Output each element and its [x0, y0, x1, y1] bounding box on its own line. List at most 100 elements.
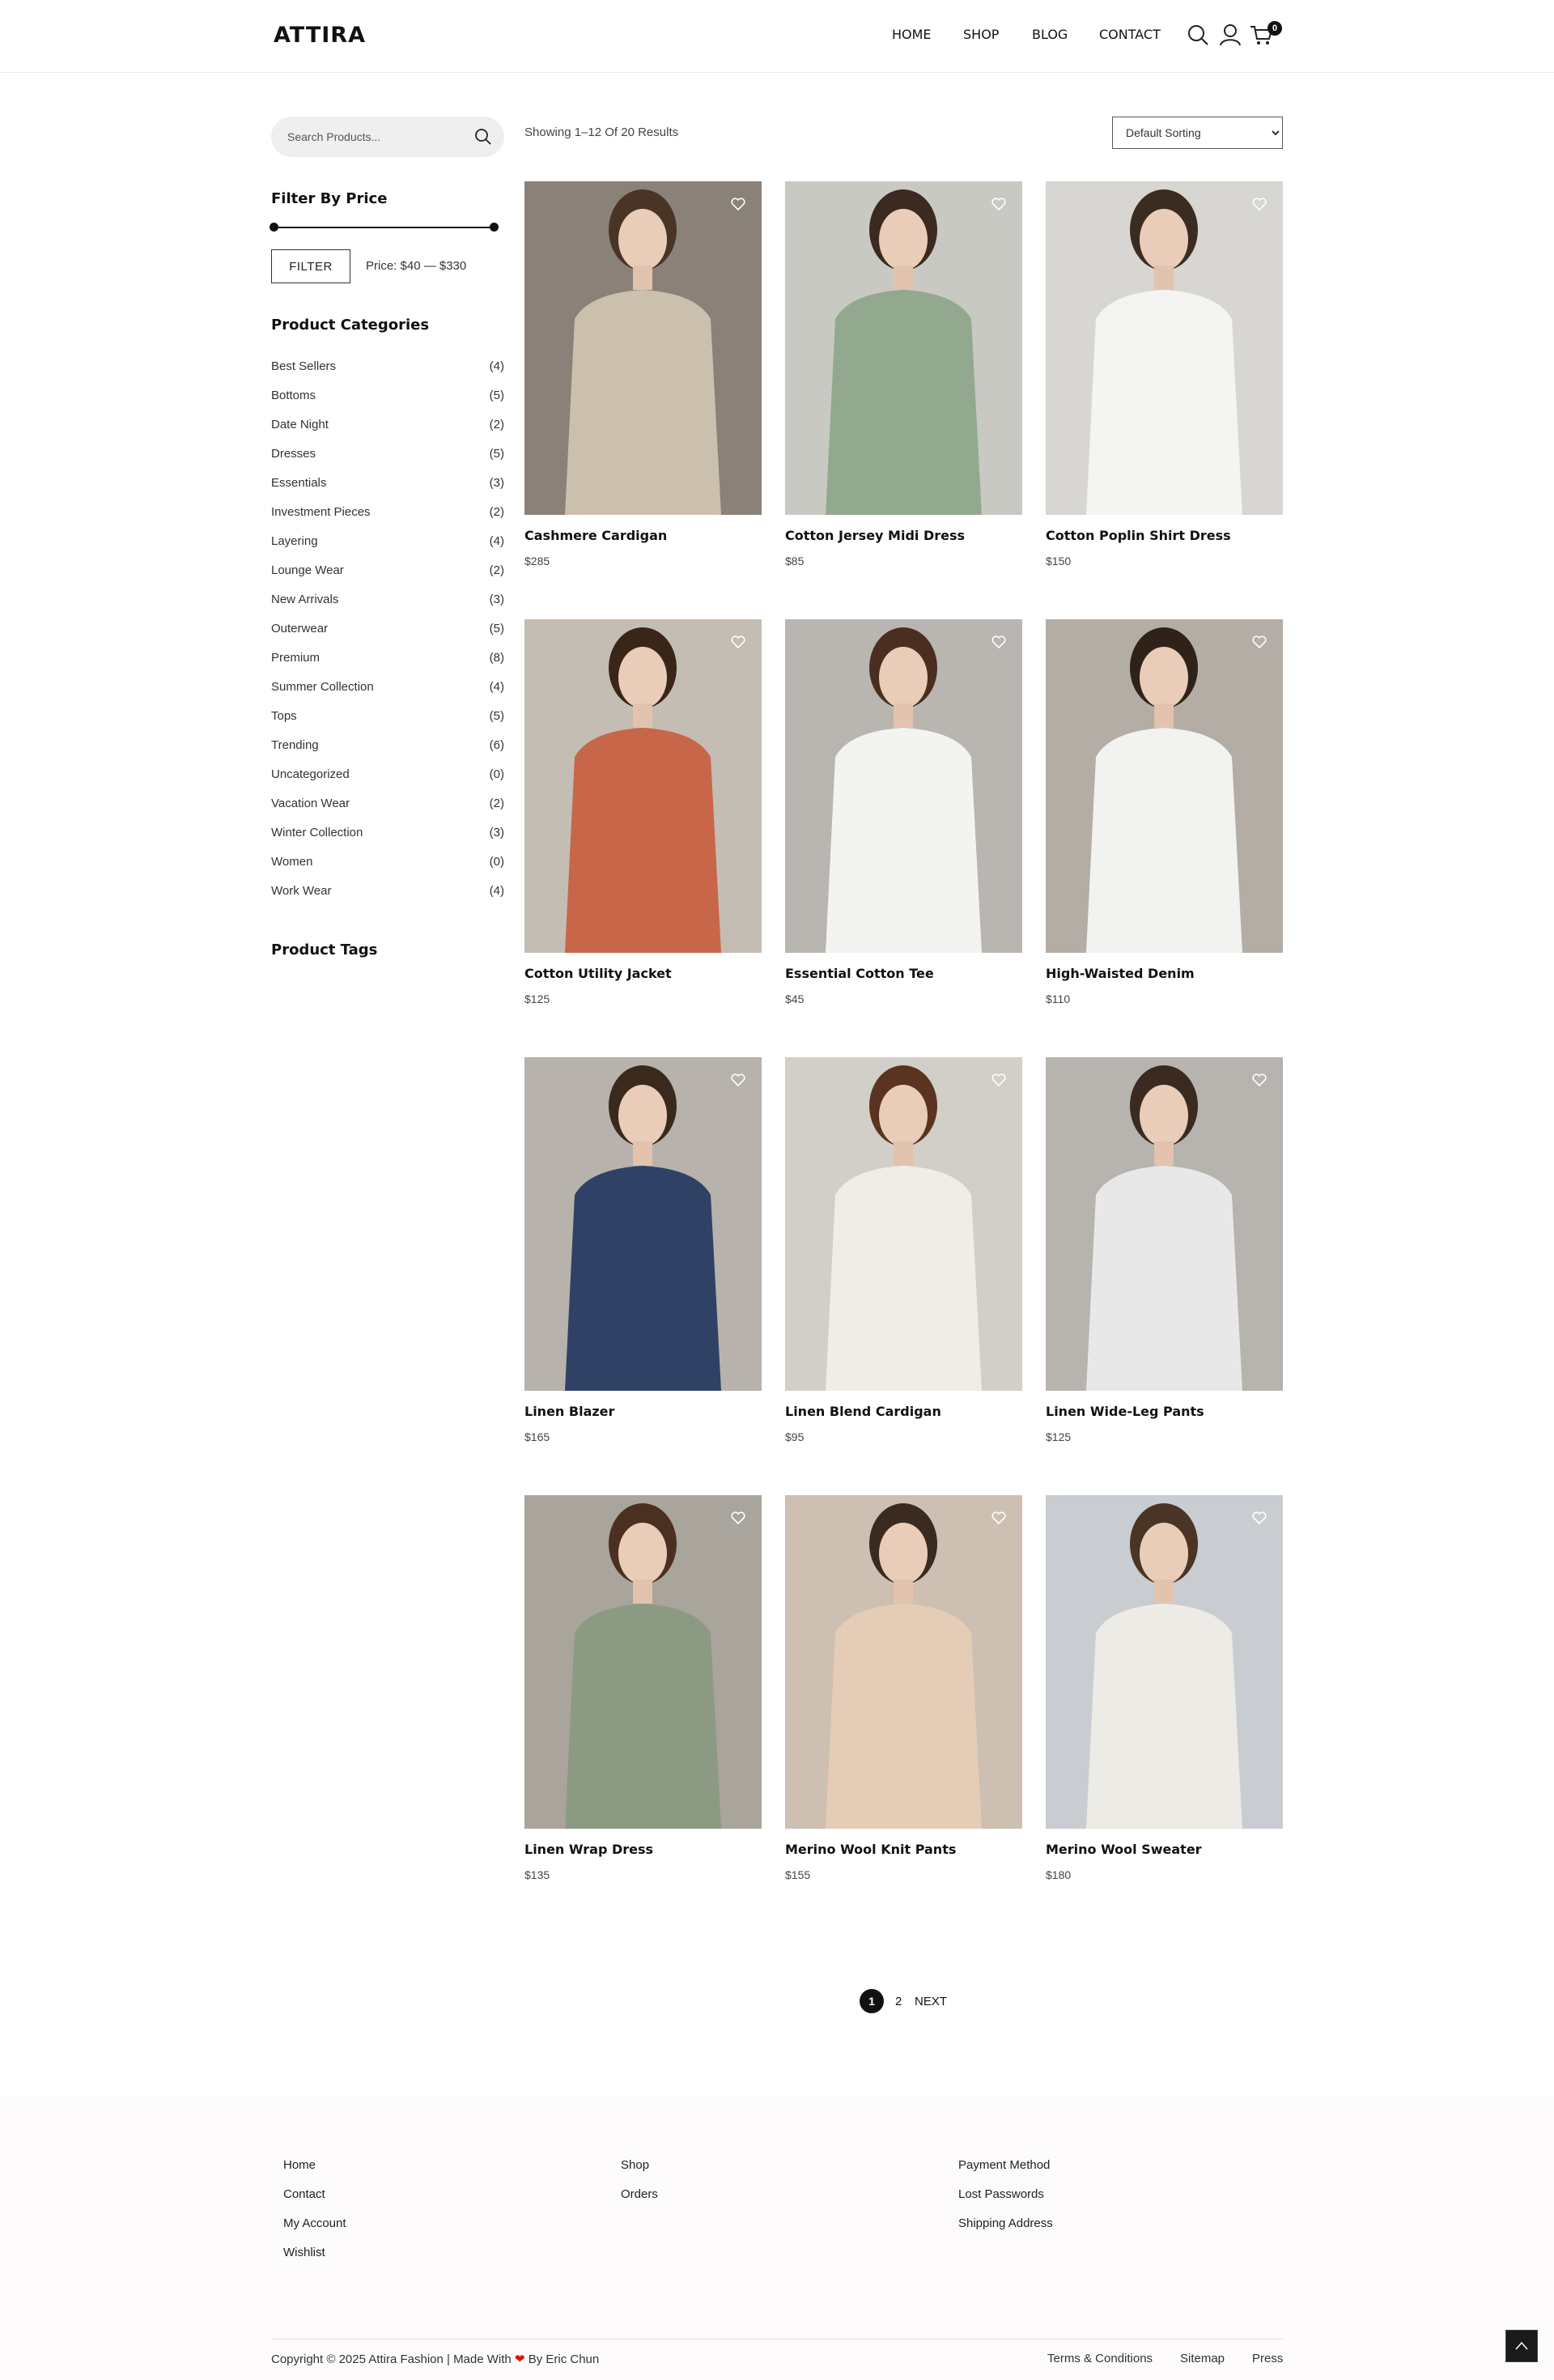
product-name[interactable]: Cotton Jersey Midi Dress [785, 528, 1022, 543]
category-item[interactable]: Layering (4) [271, 534, 504, 563]
heart-icon[interactable] [991, 635, 1006, 648]
product-card[interactable]: Essential Cotton Tee $45 [785, 619, 1022, 1005]
product-card[interactable]: Linen Wrap Dress $135 [524, 1495, 762, 1881]
category-name[interactable]: Trending [271, 738, 319, 752]
category-name[interactable]: Layering [271, 534, 318, 548]
category-item[interactable]: Best Sellers (4) [271, 359, 504, 389]
user-icon[interactable] [1218, 23, 1242, 47]
category-name[interactable]: Winter Collection [271, 826, 363, 839]
category-item[interactable]: Investment Pieces (2) [271, 505, 504, 534]
heart-icon[interactable] [731, 1073, 745, 1086]
category-name[interactable]: Investment Pieces [271, 505, 371, 519]
footer-link-sitemap[interactable]: Sitemap [1180, 2352, 1225, 2365]
next-page-link[interactable]: NEXT [915, 1995, 947, 2008]
category-item[interactable]: Date Night (2) [271, 418, 504, 447]
category-name[interactable]: Dresses [271, 447, 316, 461]
footer-link-home[interactable]: Home [283, 2158, 346, 2187]
category-name[interactable]: New Arrivals [271, 593, 338, 606]
product-image[interactable] [524, 1495, 762, 1829]
product-card[interactable]: High-Waisted Denim $110 [1046, 619, 1283, 1005]
product-card[interactable]: Cashmere Cardigan $285 [524, 181, 762, 567]
heart-icon[interactable] [731, 198, 745, 210]
heart-icon[interactable] [991, 198, 1006, 210]
product-image[interactable] [1046, 1495, 1283, 1829]
footer-link-shipping-address[interactable]: Shipping Address [958, 2216, 1053, 2246]
category-name[interactable]: Bottoms [271, 389, 316, 402]
footer-link-terms[interactable]: Terms & Conditions [1047, 2352, 1153, 2365]
category-item[interactable]: Women (0) [271, 855, 504, 884]
footer-link-wishlist[interactable]: Wishlist [283, 2246, 346, 2275]
heart-icon[interactable] [1252, 1073, 1267, 1086]
price-slider-min-handle[interactable] [270, 223, 278, 232]
product-name[interactable]: High-Waisted Denim [1046, 966, 1283, 981]
product-card[interactable]: Cotton Utility Jacket $125 [524, 619, 762, 1005]
category-item[interactable]: Dresses (5) [271, 447, 504, 476]
category-name[interactable]: Uncategorized [271, 767, 350, 781]
product-card[interactable]: Linen Blend Cardigan $95 [785, 1057, 1022, 1443]
heart-icon[interactable] [991, 1073, 1006, 1086]
product-card[interactable]: Linen Blazer $165 [524, 1057, 762, 1443]
category-item[interactable]: Bottoms (5) [271, 389, 504, 418]
product-image[interactable] [524, 1057, 762, 1391]
product-name[interactable]: Merino Wool Sweater [1046, 1842, 1283, 1857]
product-card[interactable]: Merino Wool Knit Pants $155 [785, 1495, 1022, 1881]
footer-link-press[interactable]: Press [1252, 2352, 1283, 2365]
heart-icon[interactable] [991, 1511, 1006, 1524]
product-image[interactable] [524, 181, 762, 515]
product-image[interactable] [1046, 1057, 1283, 1391]
price-slider-track[interactable] [273, 227, 495, 228]
nav-home[interactable]: HOME [892, 27, 932, 42]
product-name[interactable]: Linen Wrap Dress [524, 1842, 762, 1857]
footer-link-orders[interactable]: Orders [621, 2187, 658, 2216]
sort-select[interactable]: Default Sorting [1112, 117, 1283, 149]
product-image[interactable] [785, 1495, 1022, 1829]
price-slider-max-handle[interactable] [490, 223, 499, 232]
nav-blog[interactable]: BLOG [1032, 27, 1068, 42]
site-logo[interactable]: ATTIRA [274, 23, 366, 48]
category-name[interactable]: Vacation Wear [271, 797, 350, 810]
product-name[interactable]: Linen Blend Cardigan [785, 1404, 1022, 1419]
product-card[interactable]: Merino Wool Sweater $180 [1046, 1495, 1283, 1881]
category-name[interactable]: Best Sellers [271, 359, 336, 373]
product-card[interactable]: Cotton Poplin Shirt Dress $150 [1046, 181, 1283, 567]
search-input[interactable] [287, 117, 465, 157]
category-name[interactable]: Summer Collection [271, 680, 374, 694]
category-name[interactable]: Essentials [271, 476, 326, 490]
product-card[interactable]: Linen Wide-Leg Pants $125 [1046, 1057, 1283, 1443]
product-image[interactable] [785, 1057, 1022, 1391]
product-name[interactable]: Cotton Poplin Shirt Dress [1046, 528, 1283, 543]
category-item[interactable]: Outerwear (5) [271, 622, 504, 651]
category-item[interactable]: Summer Collection (4) [271, 680, 504, 709]
category-item[interactable]: Winter Collection (3) [271, 826, 504, 855]
category-name[interactable]: Date Night [271, 418, 329, 431]
product-name[interactable]: Cotton Utility Jacket [524, 966, 762, 981]
category-name[interactable]: Women [271, 855, 312, 869]
footer-link-payment-method[interactable]: Payment Method [958, 2158, 1053, 2187]
category-item[interactable]: Essentials (3) [271, 476, 504, 505]
category-name[interactable]: Lounge Wear [271, 563, 344, 577]
product-name[interactable]: Linen Blazer [524, 1404, 762, 1419]
heart-icon[interactable] [1252, 198, 1267, 210]
product-image[interactable] [785, 181, 1022, 515]
nav-shop[interactable]: SHOP [963, 27, 999, 42]
category-item[interactable]: Work Wear (4) [271, 884, 504, 913]
category-name[interactable]: Tops [271, 709, 297, 723]
footer-link-lost-passwords[interactable]: Lost Passwords [958, 2187, 1053, 2216]
product-image[interactable] [785, 619, 1022, 953]
product-name[interactable]: Merino Wool Knit Pants [785, 1842, 1022, 1857]
heart-icon[interactable] [1252, 1511, 1267, 1524]
category-name[interactable]: Work Wear [271, 884, 331, 898]
category-name[interactable]: Outerwear [271, 622, 328, 635]
product-image[interactable] [1046, 619, 1283, 953]
filter-button[interactable]: FILTER [271, 249, 350, 283]
product-name[interactable]: Linen Wide-Leg Pants [1046, 1404, 1283, 1419]
category-item[interactable]: Premium (8) [271, 651, 504, 680]
heart-icon[interactable] [731, 1511, 745, 1524]
category-item[interactable]: Uncategorized (0) [271, 767, 504, 797]
nav-contact[interactable]: CONTACT [1099, 27, 1161, 42]
category-name[interactable]: Premium [271, 651, 320, 665]
category-item[interactable]: Tops (5) [271, 709, 504, 738]
heart-icon[interactable] [1252, 635, 1267, 648]
search-icon[interactable] [473, 127, 493, 147]
heart-icon[interactable] [731, 635, 745, 648]
